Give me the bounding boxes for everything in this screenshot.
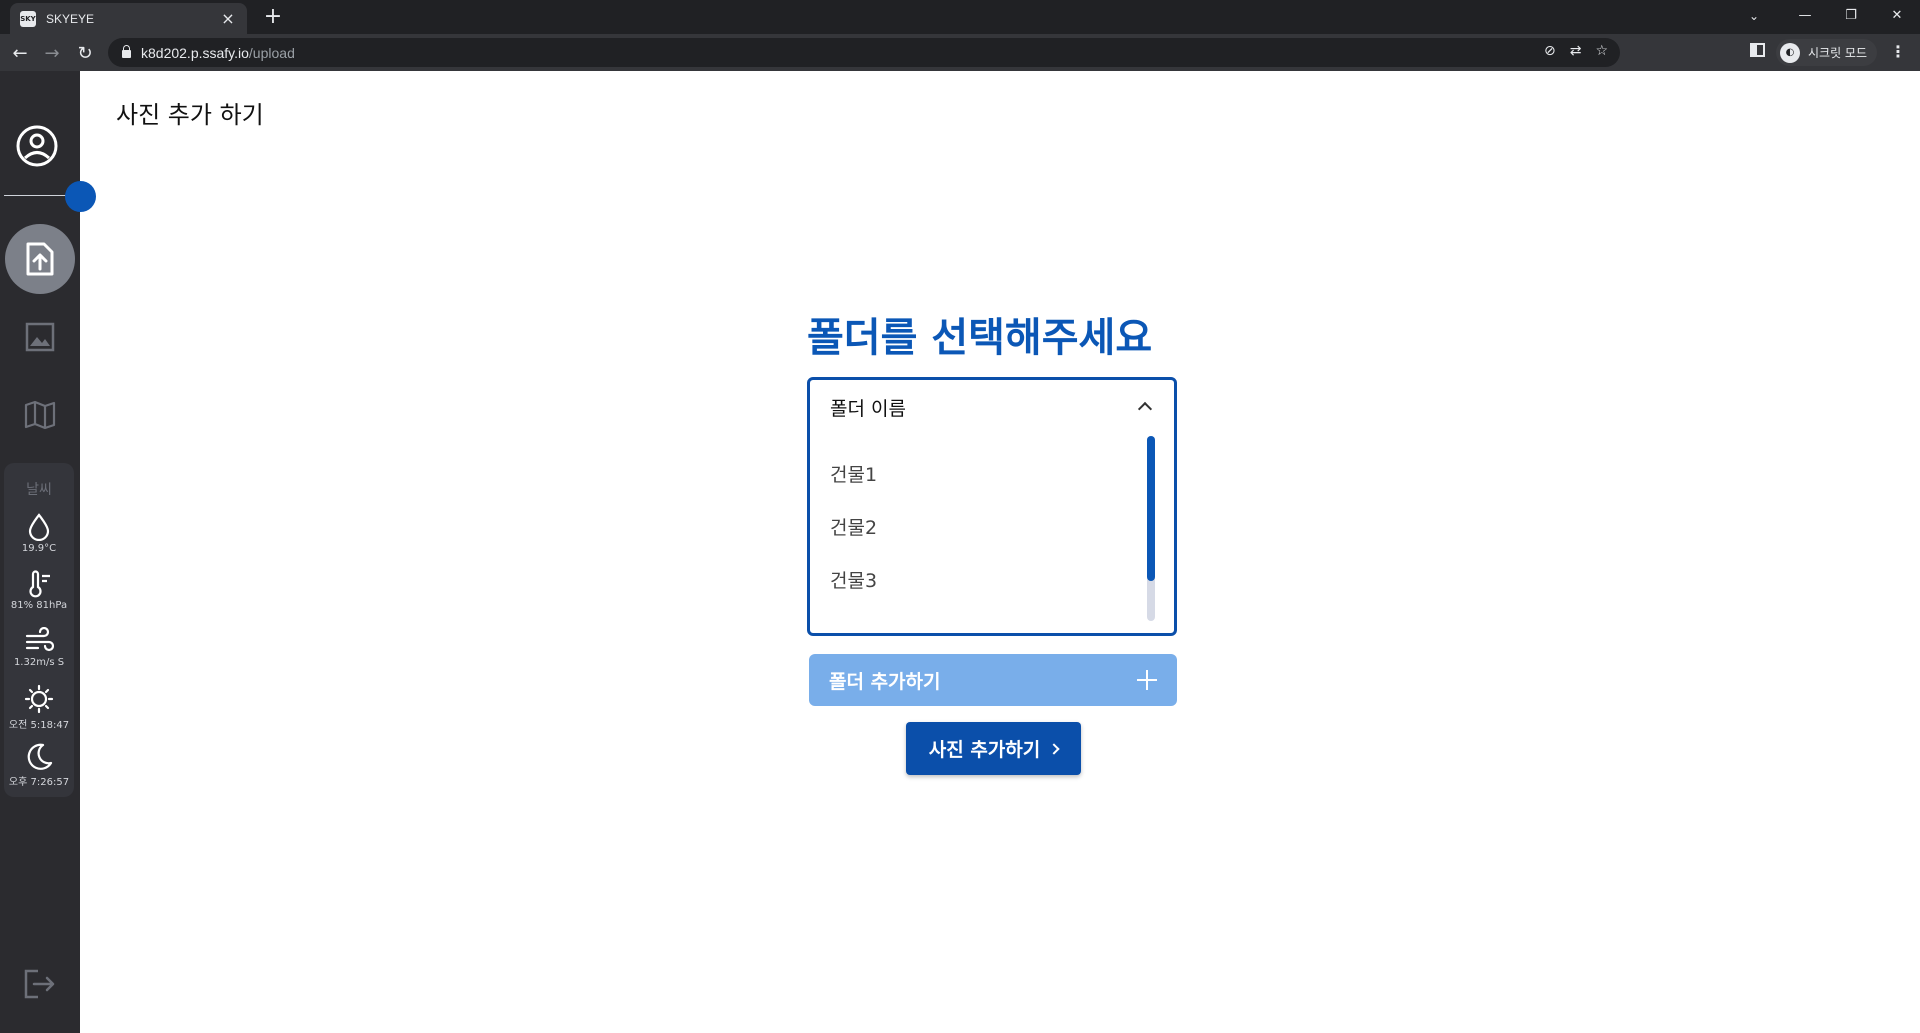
weather-value: 1.32m/s S — [13, 657, 65, 668]
weather-humidity: 19.9°C — [4, 513, 74, 554]
wind-icon — [25, 627, 54, 652]
lock-icon — [122, 45, 131, 58]
translate-icon[interactable]: ⇄ — [1570, 43, 1582, 59]
page-title: 사진 추가 하기 — [116, 101, 264, 129]
sidebar-divider — [4, 195, 66, 196]
sunrise-icon — [24, 684, 54, 714]
url-path: /upload — [248, 44, 295, 61]
browser-toolbar: ← → ↻ k8d202.p.ssafy.io/upload ⊘ ⇄ ☆ ◐ 시… — [0, 34, 1920, 71]
url-host: k8d202.p.ssafy.io — [141, 44, 249, 61]
folder-option[interactable]: 건물2 — [830, 513, 877, 540]
weather-wind: 1.32m/s S — [4, 627, 74, 668]
folder-option[interactable]: 건물3 — [830, 566, 877, 593]
select-folder-heading: 폴더를 선택해주세요 — [807, 315, 1153, 361]
profile-icon[interactable] — [14, 123, 60, 169]
incognito-label: 시크릿 모드 — [1808, 46, 1868, 60]
weather-value: 81% 81hPa — [10, 600, 68, 611]
weather-title: 날씨 — [26, 482, 52, 498]
browser-tab-bar: SKY SKYEYE × + ⌄ — ❐ ✕ — [0, 0, 1920, 34]
sidebar-toggle-handle[interactable] — [65, 181, 96, 212]
weather-value: 오후 7:26:57 — [8, 777, 70, 788]
weather-value: 오전 5:18:47 — [8, 720, 70, 731]
chevron-right-icon — [1048, 743, 1060, 755]
incognito-icon: ◐ — [1780, 42, 1800, 63]
browser-tab[interactable]: SKY SKYEYE × — [10, 3, 247, 34]
moon-icon — [27, 743, 53, 770]
folder-select[interactable]: 폴더 이름 건물1 건물2 건물3 — [807, 377, 1177, 636]
app-sidebar: 날씨 19.9°C 81% 81hPa 1.32m/s S 오전 5:18:47… — [0, 71, 96, 1033]
logout-icon[interactable] — [22, 967, 58, 1003]
incognito-badge[interactable]: ◐ 시크릿 모드 — [1776, 39, 1878, 66]
file-upload-icon — [26, 242, 54, 276]
minimize-icon[interactable]: — — [1782, 0, 1828, 30]
back-arrow-icon[interactable]: ← — [8, 41, 32, 65]
restore-icon[interactable]: ❐ — [1828, 0, 1874, 30]
bookmark-star-icon[interactable]: ☆ — [1595, 43, 1608, 59]
weather-panel: 날씨 19.9°C 81% 81hPa 1.32m/s S 오전 5:18:47… — [4, 463, 74, 797]
sidebar-item-gallery[interactable] — [22, 319, 58, 355]
folder-option[interactable]: 건물1 — [830, 460, 877, 487]
scrollbar-thumb[interactable] — [1147, 436, 1155, 581]
tab-search-chevron-icon[interactable]: ⌄ — [1736, 2, 1772, 30]
weather-sunset: 오후 7:26:57 — [4, 741, 74, 788]
water-drop-icon — [28, 513, 50, 541]
folder-list-scrollbar[interactable] — [1147, 436, 1155, 621]
forward-arrow-icon[interactable]: → — [40, 41, 64, 65]
address-bar[interactable]: k8d202.p.ssafy.io/upload ⊘ ⇄ ☆ — [108, 38, 1620, 67]
tab-title: SKYEYE — [46, 11, 95, 26]
main-content: 사진 추가 하기 폴더를 선택해주세요 폴더 이름 건물1 건물2 건물3 폴더… — [80, 71, 1920, 1033]
sidebar-item-map[interactable] — [22, 397, 58, 433]
reload-icon[interactable]: ↻ — [73, 41, 97, 65]
side-panel-icon[interactable] — [1750, 43, 1765, 57]
add-folder-label: 폴더 추가하기 — [829, 670, 941, 693]
browser-menu-icon[interactable]: ⋮ — [1890, 42, 1906, 61]
tab-close-icon[interactable]: × — [219, 9, 237, 28]
thermometer-icon — [29, 570, 50, 598]
plus-icon — [1137, 670, 1157, 690]
sidebar-item-upload[interactable] — [5, 224, 75, 294]
weather-sunrise: 오전 5:18:47 — [4, 684, 74, 731]
blocked-icon[interactable]: ⊘ — [1544, 43, 1556, 59]
close-window-icon[interactable]: ✕ — [1874, 0, 1920, 30]
weather-temperature: 81% 81hPa — [4, 570, 74, 611]
add-photo-button[interactable]: 사진 추가하기 — [906, 722, 1081, 775]
add-folder-button[interactable]: 폴더 추가하기 — [809, 654, 1177, 706]
add-photo-label: 사진 추가하기 — [928, 739, 1041, 761]
weather-value: 19.9°C — [21, 543, 57, 554]
new-tab-button[interactable]: + — [260, 4, 286, 29]
tab-favicon-icon: SKY — [20, 10, 36, 27]
folder-select-header: 폴더 이름 — [830, 398, 906, 420]
map-icon — [24, 400, 56, 430]
window-controls: — ❐ ✕ — [1782, 0, 1920, 34]
address-bar-icons: ⊘ ⇄ ☆ — [1544, 43, 1608, 59]
chevron-up-icon[interactable] — [1137, 401, 1153, 417]
image-icon — [25, 322, 55, 352]
